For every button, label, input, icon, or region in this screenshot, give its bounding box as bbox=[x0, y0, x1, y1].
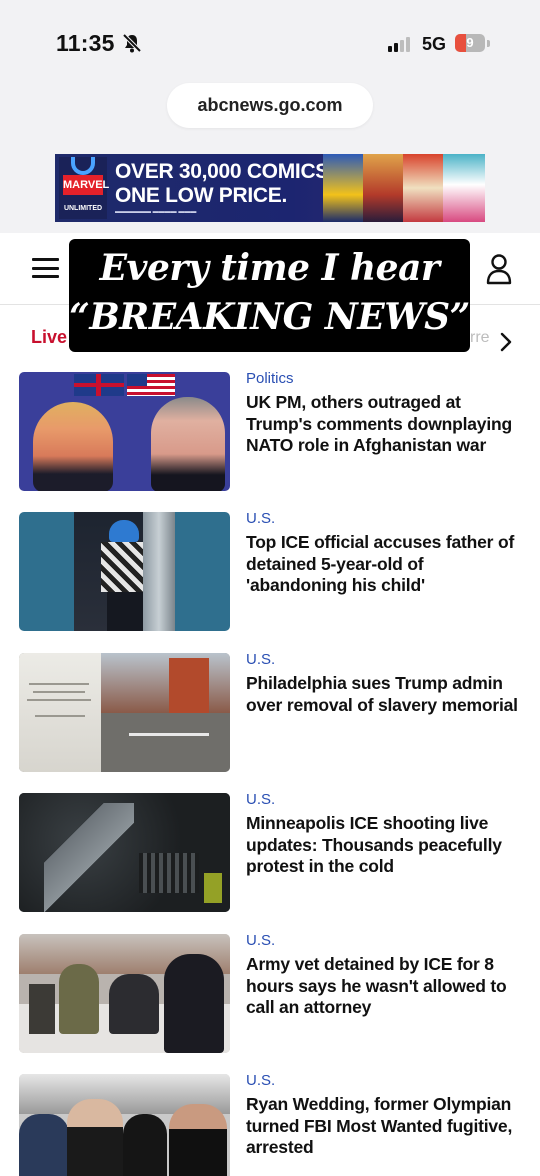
battery-tip bbox=[487, 40, 490, 47]
caption-line-1: Every time I hear bbox=[99, 247, 440, 289]
url-text: abcnews.go.com bbox=[197, 95, 343, 115]
article-thumbnail bbox=[19, 934, 230, 1053]
nav-item-live[interactable]: Live bbox=[31, 327, 67, 348]
article-thumbnail bbox=[19, 1074, 230, 1176]
article-headline[interactable]: UK PM, others outraged at Trump's commen… bbox=[246, 392, 524, 457]
article-card[interactable]: U.S. Philadelphia sues Trump admin over … bbox=[0, 648, 540, 773]
article-thumbnail bbox=[19, 372, 230, 491]
article-category: U.S. bbox=[246, 791, 276, 808]
article-card[interactable]: U.S. Top ICE official accuses father of … bbox=[0, 507, 540, 632]
user-icon[interactable] bbox=[485, 253, 513, 285]
status-time: 11:35 bbox=[56, 30, 115, 56]
article-category: U.S. bbox=[246, 932, 276, 949]
article-headline[interactable]: Ryan Wedding, former Olympian turned FBI… bbox=[246, 1094, 524, 1159]
ad-banner[interactable]: MARVEL UNLIMITED OVER 30,000 COMICS. ONE… bbox=[55, 154, 485, 222]
article-headline[interactable]: Minneapolis ICE shooting live updates: T… bbox=[246, 813, 524, 878]
article-thumbnail bbox=[19, 793, 230, 912]
network-type: 5G bbox=[422, 34, 447, 54]
article-feed: Politics UK PM, others outraged at Trump… bbox=[0, 367, 540, 1176]
article-thumbnail bbox=[19, 653, 230, 772]
article-card[interactable]: U.S. Minneapolis ICE shooting live updat… bbox=[0, 788, 540, 913]
caption-line-2: “BREAKING NEWS” bbox=[69, 296, 470, 338]
article-category: U.S. bbox=[246, 1072, 276, 1089]
signal-icon bbox=[388, 36, 410, 52]
article-headline[interactable]: Philadelphia sues Trump admin over remov… bbox=[246, 673, 524, 716]
ad-headline-2: ONE LOW PRICE. bbox=[115, 184, 287, 207]
article-thumbnail bbox=[19, 512, 230, 631]
article-card[interactable]: Politics UK PM, others outraged at Trump… bbox=[0, 367, 540, 492]
article-category: Politics bbox=[246, 370, 294, 387]
hamburger-menu-icon[interactable] bbox=[32, 258, 59, 278]
address-bar[interactable]: abcnews.go.com bbox=[167, 83, 373, 128]
ad-fine-print: ▬▬▬▬▬▬ ▬▬▬▬ ▬▬▬ bbox=[115, 209, 197, 215]
battery-level: 9 bbox=[466, 35, 474, 50]
article-card[interactable]: U.S. Ryan Wedding, former Olympian turne… bbox=[0, 1069, 540, 1176]
caption-overlay: Every time I hear “BREAKING NEWS” bbox=[69, 239, 470, 352]
article-card[interactable]: U.S. Army vet detained by ICE for 8 hour… bbox=[0, 929, 540, 1054]
ad-comic-art bbox=[323, 154, 485, 222]
article-headline[interactable]: Army vet detained by ICE for 8 hours say… bbox=[246, 954, 524, 1019]
battery-icon: 9 bbox=[455, 34, 485, 52]
bell-slash-icon bbox=[122, 33, 142, 53]
chevron-right-icon[interactable] bbox=[497, 331, 515, 353]
article-category: U.S. bbox=[246, 651, 276, 668]
nav-item-partial[interactable]: rre bbox=[470, 329, 490, 347]
article-category: U.S. bbox=[246, 510, 276, 527]
ad-headline-1: OVER 30,000 COMICS. bbox=[115, 160, 335, 183]
marvel-unlimited-logo: MARVEL UNLIMITED bbox=[59, 157, 109, 219]
status-bar: 11:35 5G 9 bbox=[0, 0, 540, 84]
article-headline[interactable]: Top ICE official accuses father of detai… bbox=[246, 532, 524, 597]
